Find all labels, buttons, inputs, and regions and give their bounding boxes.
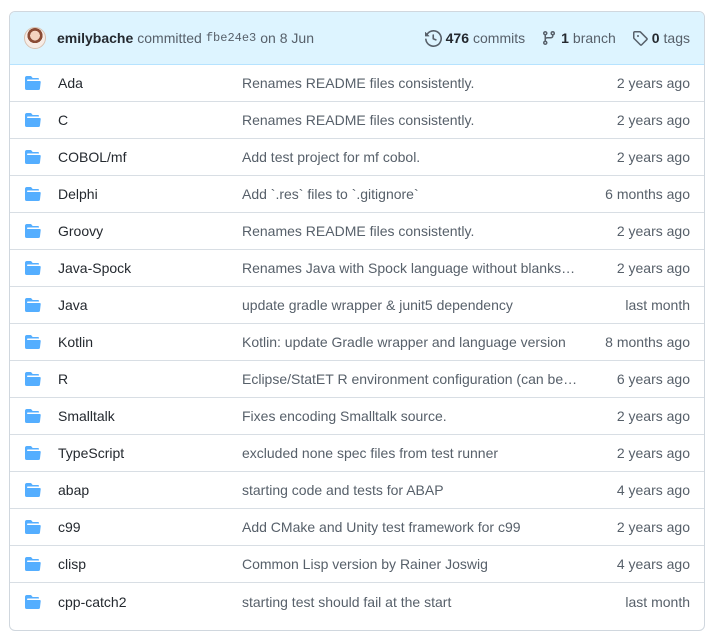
commit-age: 6 months ago xyxy=(605,186,690,202)
file-name-link[interactable]: c99 xyxy=(58,519,81,535)
file-name-link[interactable]: abap xyxy=(58,482,89,498)
folder-icon xyxy=(25,594,41,610)
folder-icon xyxy=(25,445,41,461)
folder-icon xyxy=(25,408,41,424)
commit-message-link[interactable]: Add test project for mf cobol. xyxy=(242,149,578,165)
folder-icon xyxy=(25,297,41,313)
commits-count: 476 xyxy=(445,30,469,46)
commit-age: 2 years ago xyxy=(616,112,690,128)
commit-message-link[interactable]: Common Lisp version by Rainer Joswig xyxy=(242,556,578,572)
git-branch-icon xyxy=(543,31,556,46)
commit-sha-link[interactable]: fbe24e3 xyxy=(206,31,256,45)
file-name-link[interactable]: cpp-catch2 xyxy=(58,594,126,610)
commit-age: 2 years ago xyxy=(616,445,690,461)
commit-age: 2 years ago xyxy=(616,149,690,165)
file-name-link[interactable]: clisp xyxy=(58,556,86,572)
file-name-link[interactable]: Smalltalk xyxy=(58,408,115,424)
commit-age: 4 years ago xyxy=(616,556,690,572)
file-row[interactable]: Delphi Add `.res` files to `.gitignore` 6 … xyxy=(10,176,704,213)
commit-message-link[interactable]: excluded none spec files from test runne… xyxy=(242,445,578,461)
branch-label: branch xyxy=(572,30,616,46)
folder-icon xyxy=(25,556,41,572)
file-row[interactable]: COBOL/mf Add test project for mf cobol. 2 … xyxy=(10,139,704,176)
commit-message-link[interactable]: Add CMake and Unity test framework for c… xyxy=(242,519,578,535)
file-name-link[interactable]: TypeScript xyxy=(58,445,124,461)
file-row[interactable]: abap starting code and tests for ABAP 4 ye… xyxy=(10,472,704,509)
commit-message-link[interactable]: Renames README files consistently. xyxy=(242,223,578,239)
file-browser: emilybache committed fbe24e3 on 8 Jun 47… xyxy=(9,11,705,631)
commit-date: on 8 Jun xyxy=(260,30,314,46)
file-name-link[interactable]: COBOL/mf xyxy=(58,149,126,165)
file-row[interactable]: Ada Renames README files consistently. 2 y… xyxy=(10,65,704,102)
commit-age: 2 years ago xyxy=(616,223,690,239)
folder-icon xyxy=(25,223,41,239)
file-name-link[interactable]: R xyxy=(58,371,68,387)
folder-icon xyxy=(25,371,41,387)
file-row[interactable]: Java update gradle wrapper & junit5 depen… xyxy=(10,287,704,324)
file-row[interactable]: C Renames README files consistently. 2 yea… xyxy=(10,102,704,139)
commit-verb: committed xyxy=(137,30,202,46)
file-name-link[interactable]: Ada xyxy=(58,75,83,91)
commit-message-link[interactable]: starting test should fail at the start xyxy=(242,594,578,610)
file-name-link[interactable]: Groovy xyxy=(58,223,103,239)
file-list: Ada Renames README files consistently. 2 y… xyxy=(10,65,704,620)
file-row[interactable]: cpp-catch2 starting test should fail at t… xyxy=(10,583,704,620)
tags-label: tags xyxy=(663,30,690,46)
file-row[interactable]: Smalltalk Fixes encoding Smalltalk source… xyxy=(10,398,704,435)
commit-message-link[interactable]: Add `.res` files to `.gitignore` xyxy=(242,186,578,202)
branch-count: 1 xyxy=(561,30,569,46)
commit-age: 2 years ago xyxy=(616,519,690,535)
commit-message-link[interactable]: Fixes encoding Smalltalk source. xyxy=(242,408,578,424)
commit-message-link[interactable]: starting code and tests for ABAP xyxy=(242,482,578,498)
file-row[interactable]: R Eclipse/StatET R environment configurat… xyxy=(10,361,704,398)
tags-count: 0 xyxy=(651,30,660,46)
commit-age: 6 years ago xyxy=(616,371,690,387)
folder-icon xyxy=(25,75,41,91)
commit-message-link[interactable]: Renames README files consistently. xyxy=(242,75,578,91)
history-icon xyxy=(424,29,442,47)
folder-icon xyxy=(25,260,41,276)
commit-age: 8 months ago xyxy=(605,334,690,350)
file-row[interactable]: Java-Spock Renames Java with Spock langua… xyxy=(10,250,704,287)
avatar[interactable] xyxy=(24,27,46,49)
commit-author-link[interactable]: emilybache xyxy=(57,30,133,46)
file-name-link[interactable]: Java xyxy=(58,297,88,313)
folder-icon xyxy=(25,334,41,350)
commit-age: 2 years ago xyxy=(616,260,690,276)
commit-message-link[interactable]: Renames README files consistently. xyxy=(242,112,578,128)
folder-icon xyxy=(25,149,41,165)
commit-message-link[interactable]: Kotlin: update Gradle wrapper and langua… xyxy=(242,334,578,350)
file-row[interactable]: Groovy Renames README files consistently.… xyxy=(10,213,704,250)
tags-link[interactable]: 0 tags xyxy=(632,30,690,46)
commit-message-link[interactable]: Renames Java with Spock language without… xyxy=(242,260,578,276)
commit-message-link[interactable]: update gradle wrapper & junit5 dependenc… xyxy=(242,297,578,313)
file-name-link[interactable]: Delphi xyxy=(58,186,98,202)
commits-label: commits xyxy=(473,30,526,46)
file-row[interactable]: TypeScript excluded none spec files from … xyxy=(10,435,704,472)
commit-age: 4 years ago xyxy=(616,482,690,498)
file-name-link[interactable]: C xyxy=(58,112,68,128)
file-row[interactable]: clisp Common Lisp version by Rainer Joswi… xyxy=(10,546,704,583)
commit-age: 2 years ago xyxy=(616,75,690,91)
file-name-link[interactable]: Java-Spock xyxy=(58,260,131,276)
file-row[interactable]: Kotlin Kotlin: update Gradle wrapper and … xyxy=(10,324,704,361)
tag-icon xyxy=(632,31,648,46)
commit-age: 2 years ago xyxy=(616,408,690,424)
folder-icon xyxy=(25,519,41,535)
latest-commit-bar: emilybache committed fbe24e3 on 8 Jun 47… xyxy=(10,12,704,65)
commit-message-link[interactable]: Eclipse/StatET R environment configurati… xyxy=(242,371,578,387)
file-name-link[interactable]: Kotlin xyxy=(58,334,93,350)
folder-icon xyxy=(25,482,41,498)
folder-icon xyxy=(25,112,41,128)
commit-age: last month xyxy=(625,593,690,610)
commit-age: last month xyxy=(625,297,690,313)
commits-link[interactable]: 476 commits xyxy=(424,29,526,47)
folder-icon xyxy=(25,186,41,202)
branches-link[interactable]: 1 branch xyxy=(541,30,616,46)
file-row[interactable]: c99 Add CMake and Unity test framework fo… xyxy=(10,509,704,546)
